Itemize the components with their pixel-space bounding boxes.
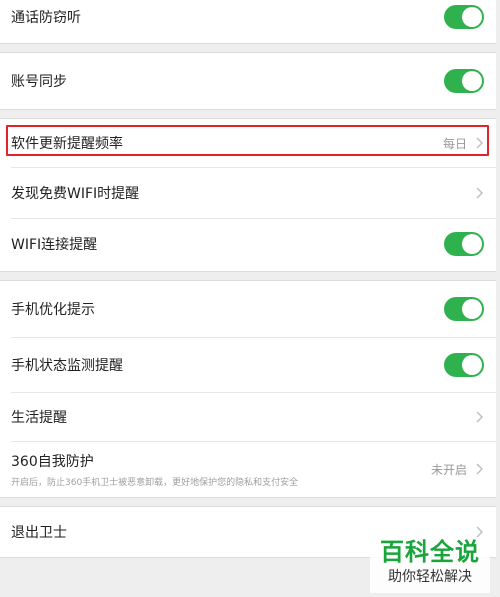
watermark-title: 百科全说 [380, 538, 480, 566]
toggle-switch[interactable] [444, 297, 484, 321]
toggle-knob [462, 71, 482, 91]
highlight-box [6, 125, 489, 156]
row-label: 账号同步 [11, 74, 67, 90]
chevron-right-icon [476, 187, 483, 199]
row-call-anti-eavesdrop[interactable]: 通话防窃听 [0, 0, 496, 43]
row-label: 通话防窃听 [11, 10, 81, 26]
toggle-switch[interactable] [444, 5, 484, 29]
toggle-knob [462, 299, 482, 319]
row-label: 手机优化提示 [11, 302, 95, 318]
row-life-reminder[interactable]: 生活提醒 [0, 393, 496, 441]
watermark-subtitle: 助你轻松解决 [388, 569, 472, 585]
toggle-switch[interactable] [444, 69, 484, 93]
chevron-right-icon [476, 411, 483, 423]
row-label: WIFI连接提醒 [11, 237, 98, 253]
row-label: 发现免费WIFI时提醒 [11, 186, 140, 202]
row-optimize-tips[interactable]: 手机优化提示 [0, 281, 496, 337]
settings-group-account: 账号同步 [0, 52, 496, 110]
row-value: 未开启 [430, 462, 467, 477]
toggle-knob [462, 7, 482, 27]
toggle-knob [462, 234, 482, 254]
row-label: 手机状态监测提醒 [11, 358, 123, 374]
toggle-switch[interactable] [444, 232, 484, 256]
row-wifi-connect-reminder[interactable]: WIFI连接提醒 [0, 219, 496, 269]
row-self-protection[interactable]: 360自我防护 开启后，防止360手机卫士被恶意卸载，更好地保护您的隐私和支付安… [0, 442, 496, 496]
row-status-monitor[interactable]: 手机状态监测提醒 [0, 338, 496, 392]
row-label: 生活提醒 [11, 410, 67, 426]
row-sublabel: 开启后，防止360手机卫士被恶意卸载，更好地保护您的隐私和支付安全 [11, 477, 299, 488]
chevron-right-icon [476, 463, 483, 475]
row-label: 360自我防护 [11, 453, 94, 470]
toggle-switch[interactable] [444, 353, 484, 377]
watermark: 百科全说 助你轻松解决 [370, 537, 490, 593]
toggle-knob [462, 355, 482, 375]
settings-group-phone: 手机优化提示 手机状态监测提醒 生活提醒 360自我防护 开启后，防止360手机… [0, 280, 496, 498]
row-account-sync[interactable]: 账号同步 [0, 53, 496, 109]
row-text-stack: 360自我防护 开启后，防止360手机卫士被恶意卸载，更好地保护您的隐私和支付安… [11, 451, 431, 488]
settings-group-call: 通话防窃听 [0, 0, 496, 44]
row-free-wifi-reminder[interactable]: 发现免费WIFI时提醒 [0, 168, 496, 218]
